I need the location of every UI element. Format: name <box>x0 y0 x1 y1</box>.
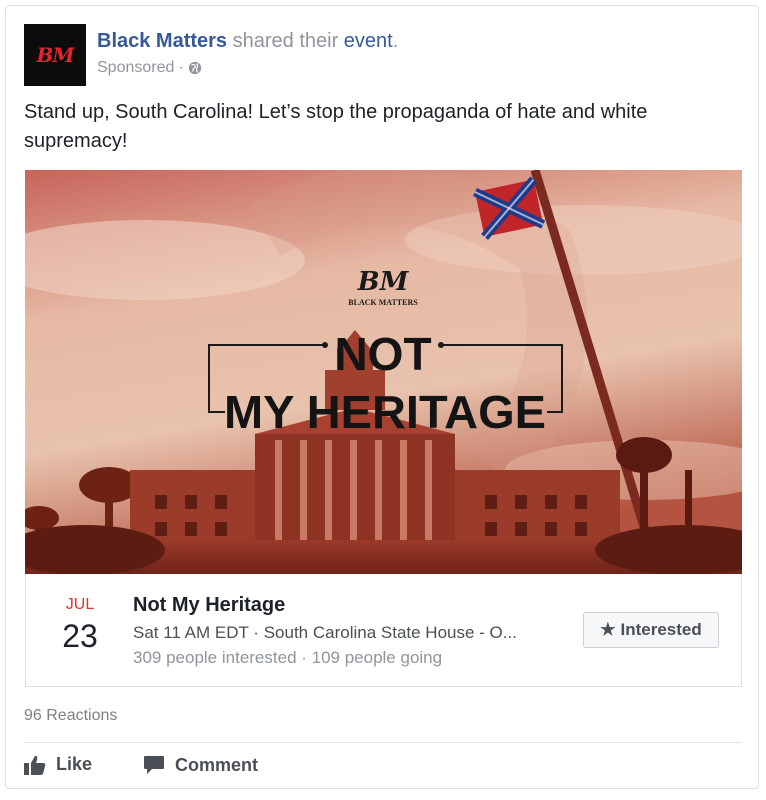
like-label: Like <box>56 754 93 774</box>
event-time-location: Sat 11 AM EDT · South Carolina State Hou… <box>133 623 517 642</box>
page-avatar[interactable]: BM <box>24 24 86 86</box>
page-name-link[interactable]: Black Matters <box>97 30 227 52</box>
event-month: JUL <box>65 596 95 613</box>
like-button[interactable]: Like <box>24 754 92 775</box>
globe-icon[interactable] <box>188 61 202 75</box>
event-attendance: 309 people interested · 109 people going <box>133 648 443 667</box>
post-header: Black Matters shared their event. <box>97 28 398 54</box>
sponsored-label[interactable]: Sponsored <box>97 59 174 77</box>
image-headline-line1: NOT <box>334 328 431 380</box>
sponsored-post-card: BM Black Matters shared their event. Spo… <box>5 5 759 789</box>
reactions-count[interactable]: 96 Reactions <box>24 707 117 725</box>
event-link[interactable]: event <box>344 30 393 52</box>
thumbs-up-icon <box>24 755 46 775</box>
interested-button[interactable]: ★ Interested <box>583 612 719 648</box>
comment-icon <box>144 756 164 774</box>
comment-label: Comment <box>175 754 259 775</box>
event-details[interactable]: JUL 23 Not My Heritage Sat 11 AM EDT · S… <box>25 574 742 687</box>
post-message: Stand up, South Carolina! Let’s stop the… <box>24 101 648 152</box>
shared-text: shared their <box>227 30 344 52</box>
comment-button[interactable]: Comment <box>143 754 258 776</box>
interested-label: Interested <box>620 620 702 639</box>
footer-divider <box>24 742 742 743</box>
post-subheader: Sponsored · <box>97 59 202 77</box>
event-day: 23 <box>62 618 98 654</box>
avatar-logo-text: BM <box>36 43 74 67</box>
image-logo-mark: BM <box>357 267 410 297</box>
image-headline-line2: MY HERITAGE <box>224 386 546 438</box>
subheader-separator: · <box>178 59 184 76</box>
event-title[interactable]: Not My Heritage <box>133 594 285 617</box>
event-cover-image[interactable]: BM BLACK MATTERS NOT MY HERITAGE <box>25 170 742 574</box>
header-period: . <box>392 30 399 52</box>
star-icon: ★ <box>600 620 616 639</box>
image-logo-caption: BLACK MATTERS <box>348 298 418 307</box>
